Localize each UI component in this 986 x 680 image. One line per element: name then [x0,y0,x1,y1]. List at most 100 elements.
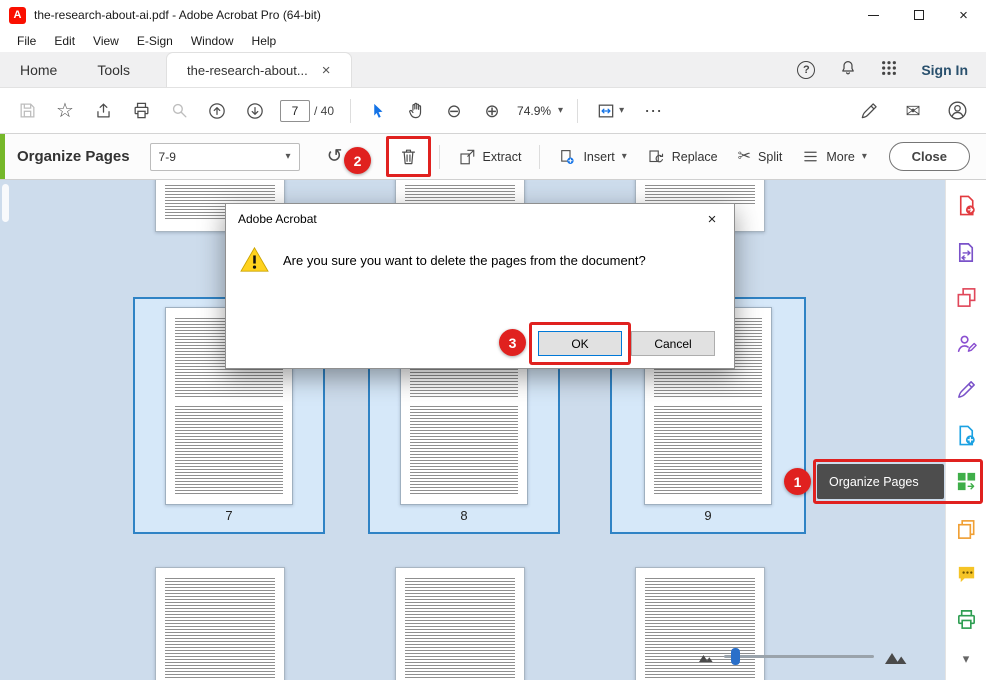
zoom-slider [698,648,909,665]
compress-pdf-icon[interactable] [952,515,980,543]
page-text [410,406,518,494]
zoom-out-icon[interactable]: ⊖ [437,94,471,128]
fill-sign-icon[interactable] [952,375,980,403]
page-number-label: 7 [135,508,323,523]
extract-icon [458,148,476,166]
more-label: More [826,150,854,164]
page-number-label: 8 [370,508,558,523]
help-icon[interactable]: ? [797,61,815,79]
more-dropdown[interactable]: More ▾ [796,144,873,169]
menubar: File Edit View E-Sign Window Help [0,30,986,52]
more-tools-chevron-icon[interactable]: ▾ [952,645,980,673]
tab-close-icon[interactable]: × [322,62,331,79]
main-toolbar: ☆ / 40 ⊖ ⊕ 74.9% ▾ [0,88,986,134]
minimize-icon [868,15,879,16]
menu-window[interactable]: Window [182,32,243,50]
create-pdf-icon[interactable] [952,421,980,449]
page-text [645,185,755,205]
save-icon[interactable] [10,94,44,128]
page-number-label: 9 [612,508,804,523]
previous-page-icon[interactable] [200,94,234,128]
scan-ocr-icon[interactable] [952,605,980,633]
ok-button[interactable]: OK [538,331,622,356]
close-organize-button[interactable]: Close [889,142,970,171]
delete-pages-button[interactable] [386,136,431,177]
search-zoom-icon [162,94,196,128]
hand-tool-icon[interactable] [399,94,433,128]
menu-view[interactable]: View [84,32,128,50]
chevron-down-icon: ▾ [558,105,563,116]
zoom-slider-track[interactable] [724,655,874,658]
chevron-down-icon: ▾ [622,151,627,162]
more-options-icon[interactable]: ⋯ [636,94,670,128]
page-total-label: / 40 [314,104,334,118]
chevron-down-icon: ▾ [862,151,867,162]
share-upload-icon[interactable] [86,94,120,128]
scrollbar-thumb[interactable] [2,184,9,222]
zoom-in-mountains-icon[interactable] [884,648,909,665]
maximize-button[interactable] [896,0,941,30]
tab-document[interactable]: the-research-about... × [166,52,351,87]
next-page-icon[interactable] [238,94,272,128]
replace-button[interactable]: Replace [641,144,724,170]
insert-icon [558,148,576,166]
toolbar-divider [577,99,578,123]
acrobat-window: A the-research-about-ai.pdf - Adobe Acro… [0,0,986,680]
insert-dropdown[interactable]: Insert ▾ [552,144,632,170]
toolbar-right-cluster: ✉ [850,94,986,128]
page-thumbnail[interactable] [395,567,525,680]
convert-pdf-icon[interactable] [952,238,980,266]
zoom-level-dropdown[interactable]: 74.9% ▾ [517,104,563,118]
insert-label: Insert [583,150,614,164]
tab-home[interactable]: Home [0,52,77,87]
minimize-button[interactable] [851,0,896,30]
favorite-star-icon[interactable]: ☆ [48,94,82,128]
tabbar-right-cluster: ? Sign In [797,52,986,87]
dialog-message: Are you sure you want to delete the page… [283,246,646,268]
menu-esign[interactable]: E-Sign [128,32,182,50]
orgbar-divider [439,145,440,169]
apps-grid-icon[interactable] [881,60,897,79]
tooltip-label: Organize Pages [829,475,919,489]
tab-tools[interactable]: Tools [77,52,150,87]
extract-button[interactable]: Extract [452,144,528,170]
organize-pages-icon[interactable] [952,467,980,495]
close-window-button[interactable]: × [941,0,986,30]
sign-in-button[interactable]: Sign In [921,62,968,78]
combine-files-icon[interactable] [952,283,980,311]
menu-edit[interactable]: Edit [45,32,84,50]
tab-document-label: the-research-about... [187,63,308,78]
delete-confirm-dialog: Adobe Acrobat × Are you sure you want to… [225,203,735,369]
chevron-down-icon: ▾ [619,105,624,116]
acrobat-logo-icon: A [9,7,26,24]
notifications-bell-icon[interactable] [839,59,857,80]
dialog-close-button[interactable]: × [690,204,734,234]
menu-file[interactable]: File [8,32,45,50]
zoom-slider-handle[interactable] [731,648,740,665]
page-text [654,406,762,494]
sign-pen-icon[interactable] [852,94,886,128]
organize-pages-title: Organize Pages [17,148,130,165]
split-button[interactable]: ✂ Split [732,145,789,169]
warning-icon [240,246,269,273]
select-tool-icon[interactable] [361,94,395,128]
comment-icon[interactable] [952,560,980,588]
cancel-button[interactable]: Cancel [631,331,715,356]
organize-pages-tooltip: Organize Pages [817,464,944,499]
trash-icon [399,147,418,166]
page-display-dropdown[interactable]: ▾ [588,94,632,128]
email-icon[interactable]: ✉ [896,94,930,128]
page-range-dropdown[interactable]: 7-9 ▾ [150,143,300,171]
account-avatar-icon[interactable] [940,94,974,128]
export-pdf-icon[interactable] [952,191,980,219]
split-label: Split [758,150,782,164]
page-thumbnail[interactable] [155,567,285,680]
page-text [405,578,515,680]
menu-help[interactable]: Help [243,32,286,50]
orgbar-divider [539,145,540,169]
request-esign-icon[interactable] [952,329,980,357]
zoom-in-icon[interactable]: ⊕ [475,94,509,128]
page-number-input[interactable] [280,100,310,122]
print-icon[interactable] [124,94,158,128]
zoom-out-mountains-icon[interactable] [698,650,714,663]
